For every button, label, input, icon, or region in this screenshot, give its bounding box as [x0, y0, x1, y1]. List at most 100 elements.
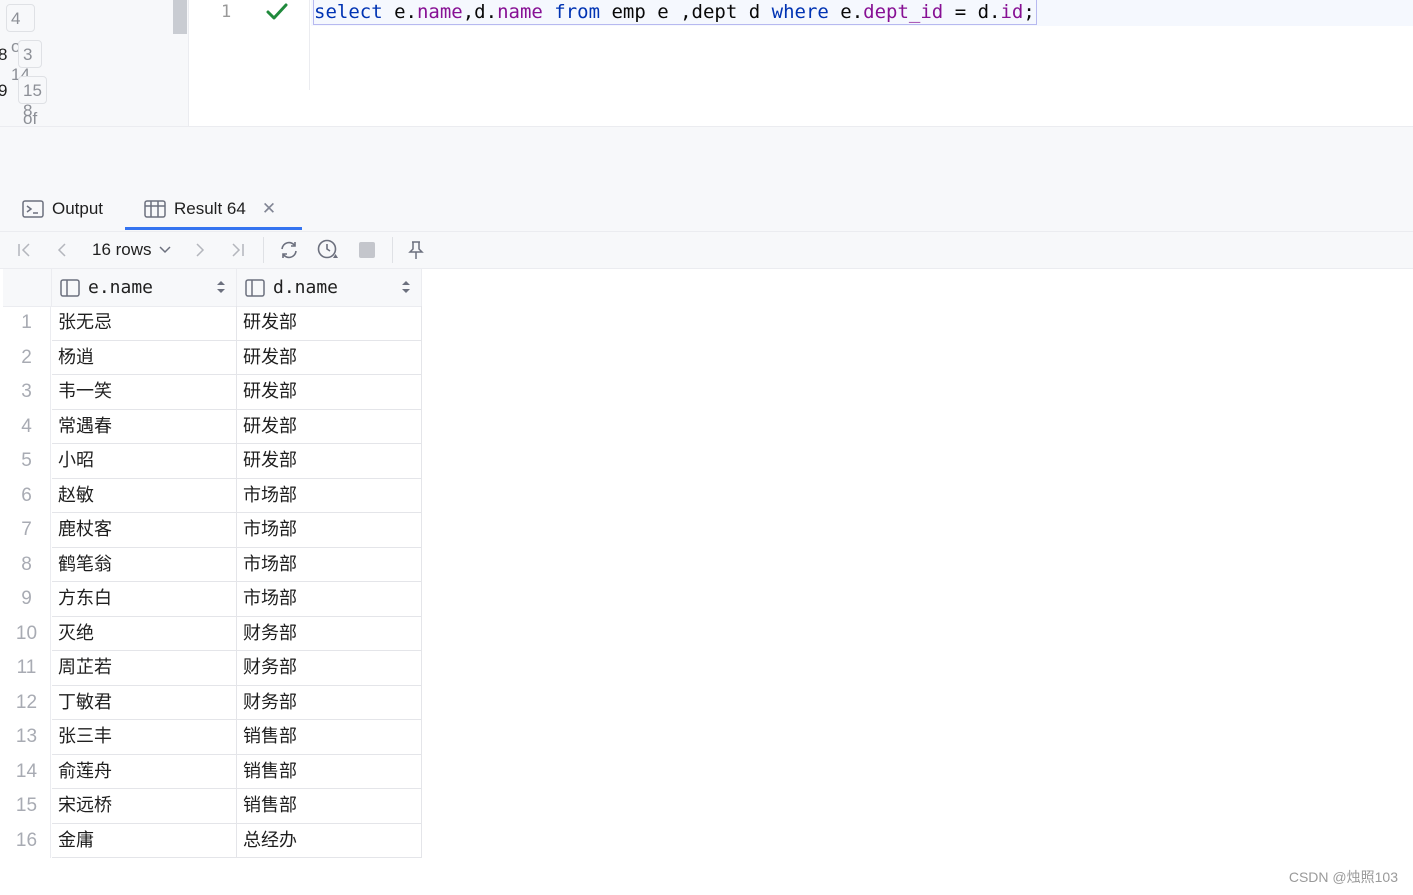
- cell-e-name[interactable]: 小昭: [52, 444, 237, 479]
- cell-e-name[interactable]: 赵敏: [52, 478, 237, 513]
- column-header-e-name[interactable]: e.name: [52, 269, 237, 306]
- editor-empty-area[interactable]: [189, 90, 1413, 126]
- cell-e-name[interactable]: 灭绝: [52, 616, 237, 651]
- pin-tab-button[interactable]: [404, 232, 428, 268]
- table-row[interactable]: 2 杨逍 研发部: [3, 340, 422, 375]
- table-row[interactable]: 15 宋远桥 销售部: [3, 789, 422, 824]
- cell-d-name[interactable]: 销售部: [237, 720, 422, 755]
- row-number: 2: [3, 340, 51, 375]
- cell-d-name[interactable]: 研发部: [237, 306, 422, 341]
- table-row[interactable]: 3 韦一笑 研发部: [3, 375, 422, 410]
- column-header-d-name[interactable]: d.name: [237, 269, 422, 306]
- cell-d-name[interactable]: 市场部: [237, 547, 422, 582]
- stop-icon: [359, 242, 375, 258]
- cell-e-name[interactable]: 丁敏君: [52, 685, 237, 720]
- match-counter-badge[interactable]: 4 of 14: [6, 4, 35, 84]
- table-row[interactable]: 14 俞莲舟 销售部: [3, 754, 422, 789]
- row-number: 11: [3, 651, 51, 686]
- table-row[interactable]: 4 常遇春 研发部: [3, 409, 422, 444]
- sql-statement[interactable]: select e.name,d.name from emp e ,dept d …: [313, 0, 1037, 25]
- table-row[interactable]: 8 鹤笔翁 市场部: [3, 547, 422, 582]
- row-number: 7: [3, 513, 51, 548]
- cell-e-name[interactable]: 金庸: [52, 823, 237, 858]
- cell-d-name[interactable]: 市场部: [237, 513, 422, 548]
- match-counter-badge[interactable]: 15 of 41: [18, 76, 47, 126]
- first-page-button[interactable]: [12, 232, 36, 268]
- row-number: 14: [3, 754, 51, 789]
- row-number: 16: [3, 823, 51, 858]
- pin-icon: [408, 241, 424, 259]
- line-number-fragment: 9: [0, 81, 7, 101]
- previous-page-button[interactable]: [50, 232, 74, 268]
- cell-d-name[interactable]: 财务部: [237, 651, 422, 686]
- watermark: CSDN @烛照103: [1288, 869, 1398, 885]
- table-row[interactable]: 13 张三丰 销售部: [3, 720, 422, 755]
- toolbar-separator: [392, 237, 393, 263]
- cell-e-name[interactable]: 杨逍: [52, 340, 237, 375]
- table-row[interactable]: 1 张无忌 研发部: [3, 306, 422, 341]
- cell-e-name[interactable]: 方东白: [52, 582, 237, 617]
- last-page-button[interactable]: [226, 232, 250, 268]
- table-row[interactable]: 9 方东白 市场部: [3, 582, 422, 617]
- cell-d-name[interactable]: 财务部: [237, 685, 422, 720]
- stop-button[interactable]: [355, 232, 379, 268]
- page-size-dropdown[interactable]: 16 rows: [92, 232, 172, 268]
- cell-e-name[interactable]: 常遇春: [52, 409, 237, 444]
- refresh-button[interactable]: [276, 232, 302, 268]
- clock-icon: [317, 239, 338, 259]
- table-row[interactable]: 5 小昭 研发部: [3, 444, 422, 479]
- cell-d-name[interactable]: 市场部: [237, 582, 422, 617]
- cell-e-name[interactable]: 俞莲舟: [52, 754, 237, 789]
- row-number-header: [3, 269, 52, 306]
- cell-e-name[interactable]: 鹤笔翁: [52, 547, 237, 582]
- cell-d-name[interactable]: 研发部: [237, 444, 422, 479]
- sort-icon[interactable]: [216, 280, 226, 294]
- field-token: id: [1000, 1, 1024, 23]
- table-row[interactable]: 7 鹿杖客 市场部: [3, 513, 422, 548]
- cell-d-name[interactable]: 总经办: [237, 823, 422, 858]
- close-icon[interactable]: ✕: [262, 199, 276, 219]
- panel-splitter[interactable]: [0, 126, 1413, 188]
- cell-e-name[interactable]: 宋远桥: [52, 789, 237, 824]
- gutter-scrollbar[interactable]: [173, 0, 187, 34]
- console-icon: [22, 200, 44, 218]
- cell-d-name[interactable]: 销售部: [237, 789, 422, 824]
- cell-d-name[interactable]: 销售部: [237, 754, 422, 789]
- cell-d-name[interactable]: 研发部: [237, 409, 422, 444]
- match-counter-badge[interactable]: 3 of 8: [18, 40, 43, 120]
- cell-d-name[interactable]: 市场部: [237, 478, 422, 513]
- table-row[interactable]: 10 灭绝 财务部: [3, 616, 422, 651]
- cell-e-name[interactable]: 周芷若: [52, 651, 237, 686]
- cell-d-name[interactable]: 研发部: [237, 375, 422, 410]
- column-icon: [60, 278, 80, 297]
- chevron-down-icon: [159, 246, 171, 254]
- results-tab-bar: Output Result 64 ✕: [0, 187, 1413, 232]
- row-number: 9: [3, 582, 51, 617]
- row-number: 15: [3, 789, 51, 824]
- last-page-icon: [232, 243, 244, 257]
- table-row[interactable]: 12 丁敏君 财务部: [3, 685, 422, 720]
- sql-editor[interactable]: 1 select e.name,d.name from emp e ,dept …: [189, 0, 1413, 91]
- table-row[interactable]: 11 周芷若 财务部: [3, 651, 422, 686]
- tab-result[interactable]: Result 64 ✕: [144, 187, 276, 231]
- table-row[interactable]: 16 金庸 总经办: [3, 823, 422, 858]
- tab-output-label: Output: [52, 199, 104, 218]
- next-page-button[interactable]: [188, 232, 212, 268]
- cell-d-name[interactable]: 研发部: [237, 340, 422, 375]
- row-number: 5: [3, 444, 51, 479]
- history-button[interactable]: [315, 232, 341, 268]
- tab-output[interactable]: Output: [22, 187, 103, 231]
- table-row[interactable]: 6 赵敏 市场部: [3, 478, 422, 513]
- cell-e-name[interactable]: 张三丰: [52, 720, 237, 755]
- sort-icon[interactable]: [401, 280, 411, 294]
- cell-d-name[interactable]: 财务部: [237, 616, 422, 651]
- editor-left-gutter: 4 of 14 8 3 of 8 9 15 of 41: [0, 0, 189, 126]
- cell-e-name[interactable]: 张无忌: [52, 306, 237, 341]
- results-toolbar: 16 rows: [0, 232, 1413, 269]
- cell-e-name[interactable]: 鹿杖客: [52, 513, 237, 548]
- current-code-line[interactable]: select e.name,d.name from emp e ,dept d …: [311, 0, 1413, 26]
- cell-e-name[interactable]: 韦一笑: [52, 375, 237, 410]
- column-title: e.name: [88, 277, 154, 298]
- row-number: 3: [3, 375, 51, 410]
